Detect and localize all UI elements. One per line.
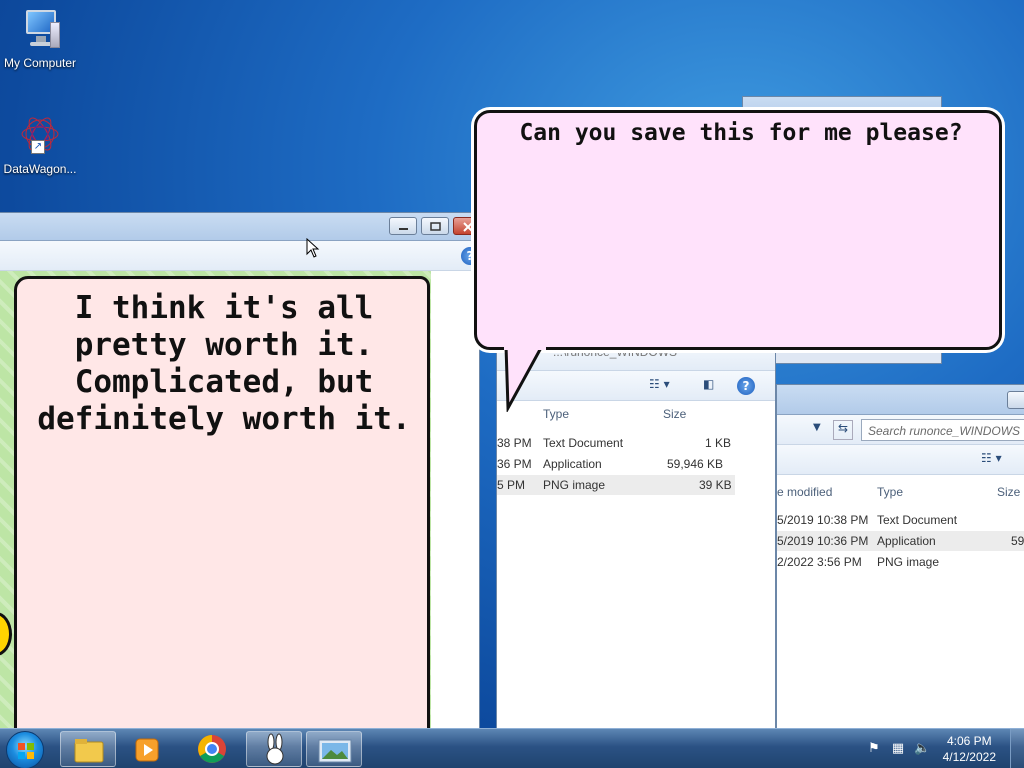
action-center-flag-icon[interactable]: ⚑ <box>866 741 882 757</box>
photo-viewer-icon <box>318 739 352 763</box>
row-type: Application <box>543 457 602 471</box>
spirograph-icon: ↗ <box>17 114 63 160</box>
speech-bubble-left-text: I think it's all pretty worth it. Compli… <box>37 290 411 437</box>
window-menubar: ? <box>0 241 479 271</box>
maximize-button[interactable] <box>421 217 449 235</box>
minimize-button[interactable] <box>1007 391 1024 409</box>
folder-icon <box>74 739 104 763</box>
search-box[interactable]: Search runonce_WINDOWS <box>861 419 1024 441</box>
row-size: 39 KB <box>699 478 732 492</box>
row-date: 5 PM <box>497 478 526 492</box>
network-icon[interactable]: ▦ <box>890 741 906 757</box>
row-size: 59 <box>1011 534 1024 548</box>
window-titlebar[interactable] <box>0 213 481 241</box>
mouse-cursor-icon <box>306 238 320 258</box>
column-header-size[interactable]: Size <box>663 407 686 421</box>
taskbar-explorer[interactable] <box>60 731 116 767</box>
preview-pane-icon[interactable]: ◧ <box>703 377 714 391</box>
system-clock[interactable]: 4:06 PM 4/12/2022 <box>943 733 996 765</box>
row-date: 38 PM <box>497 436 532 450</box>
clock-time: 4:06 PM <box>946 734 992 748</box>
explorer-address-bar: ▼ ⇆ Search runonce_WINDOWS <box>777 415 1024 445</box>
windows-logo-icon <box>18 743 34 759</box>
row-type: Text Document <box>877 513 958 527</box>
window-titlebar[interactable] <box>777 385 1024 415</box>
view-options-icon[interactable]: ☷ ▾ <box>981 451 1002 465</box>
bunny-icon <box>266 733 284 765</box>
view-options-icon[interactable]: ☷ ▾ <box>649 377 670 391</box>
speech-bubble-tail <box>504 346 546 412</box>
taskbar: ⚑ ▦ 🔈 4:06 PM 4/12/2022 <box>0 728 1024 768</box>
row-type: Text Document <box>543 436 624 450</box>
explorer-toolbar: ☷ ▾ <box>777 445 1024 475</box>
speech-bubble-top-text: Can you save this for me please? <box>519 120 963 146</box>
row-date: 5/2019 10:36 PM <box>777 534 869 548</box>
maximize-icon <box>430 222 441 231</box>
media-player-icon <box>135 738 159 762</box>
help-icon[interactable]: ? <box>737 377 755 395</box>
computer-icon <box>18 8 62 54</box>
explorer-window-right[interactable]: ▼ ⇆ Search runonce_WINDOWS ☷ ▾ e modifie… <box>776 384 1024 732</box>
column-header-type[interactable]: Type <box>877 485 903 499</box>
row-date: 5/2019 10:38 PM <box>777 513 869 527</box>
clock-date: 4/12/2022 <box>942 750 996 764</box>
search-input[interactable]: Search runonce_WINDOWS <box>868 424 1020 438</box>
desktop-icon-label: My Computer <box>3 56 77 70</box>
row-date: 2/2022 3:56 PM <box>777 555 862 569</box>
row-date: 36 PM <box>497 457 532 471</box>
show-desktop-button[interactable] <box>1010 729 1024 768</box>
column-header-date-modified[interactable]: e modified <box>777 485 832 499</box>
desktop-icon-my-computer[interactable]: My Computer <box>0 8 80 70</box>
start-button[interactable] <box>6 731 44 768</box>
desktop-icon-datawagon[interactable]: ↗ DataWagon... <box>0 114 80 176</box>
taskbar-game[interactable] <box>246 731 302 767</box>
taskbar-media-player[interactable] <box>120 731 176 767</box>
row-size: 1 KB <box>705 436 732 450</box>
minimize-icon <box>399 228 408 230</box>
taskbar-chrome[interactable] <box>184 731 240 767</box>
column-header-size[interactable]: Size <box>997 485 1020 499</box>
desktop-icon-label: DataWagon... <box>3 162 77 176</box>
volume-icon[interactable]: 🔈 <box>914 741 930 757</box>
chrome-icon <box>198 735 226 763</box>
shortcut-arrow-icon: ↗ <box>31 140 45 154</box>
address-dropdown-icon[interactable]: ▼ <box>813 422 821 433</box>
minimize-button[interactable] <box>389 217 417 235</box>
row-type: Application <box>877 534 936 548</box>
speech-bubble-top <box>474 110 1002 350</box>
row-type: PNG image <box>877 555 940 569</box>
row-size: 59,946 KB <box>667 457 724 471</box>
taskbar-photo-viewer[interactable] <box>306 731 362 767</box>
refresh-icon[interactable]: ⇆ <box>833 420 853 440</box>
row-type: PNG image <box>543 478 606 492</box>
